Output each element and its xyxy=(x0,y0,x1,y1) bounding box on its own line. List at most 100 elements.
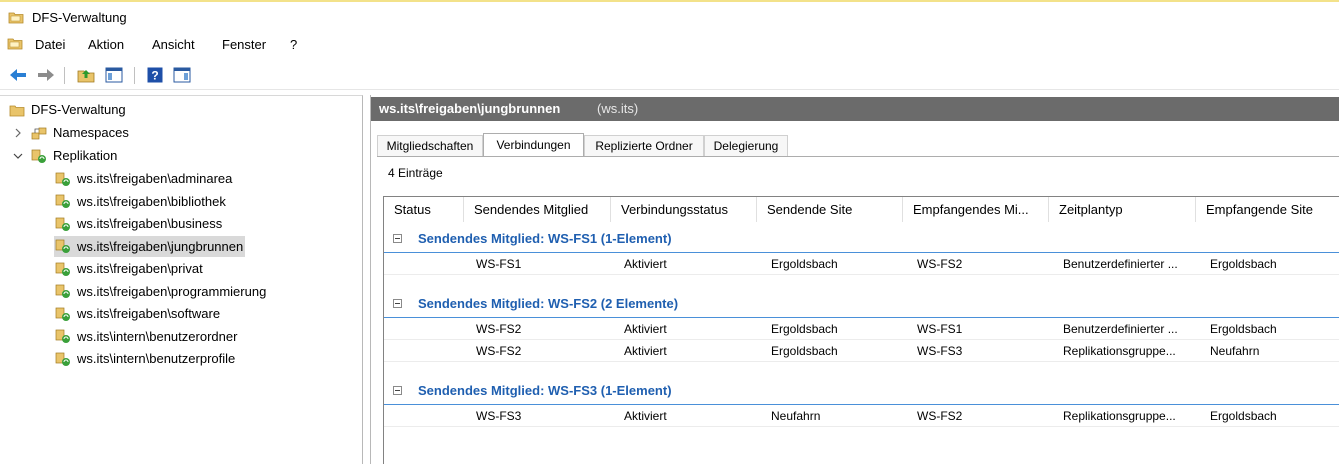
help-icon[interactable]: ? xyxy=(145,65,165,85)
tab-replizierte-ordner[interactable]: Replizierte Ordner xyxy=(584,135,704,156)
dfs-folder-icon xyxy=(8,102,26,118)
table-row[interactable]: WS-FS1 Aktiviert Ergoldsbach WS-FS2 Benutzer… xyxy=(384,253,1339,275)
column-header-verbindungsstatus[interactable]: Verbindungsstatus xyxy=(611,197,757,222)
details-title: ws.its\freigaben\jungbrunnen xyxy=(379,101,561,116)
tree-item-replication-group[interactable]: ws.its\freigaben\programmierung xyxy=(54,281,268,302)
table-cell: Replikationsgruppe... xyxy=(1063,408,1176,423)
replication-group-icon xyxy=(54,351,72,367)
menu-aktion[interactable]: Aktion xyxy=(88,37,124,52)
table-cell: Aktiviert xyxy=(624,344,667,358)
table-cell: Ergoldsbach xyxy=(771,344,838,358)
table-cell: Ergoldsbach xyxy=(771,257,838,271)
tree-item-label: ws.its\freigaben\adminarea xyxy=(77,171,233,186)
tree-item-replication-group[interactable]: ws.its\freigaben\software xyxy=(54,303,222,324)
replication-group-icon xyxy=(54,171,72,187)
navigation-tree: DFS-Verwaltung Namespaces Replikation ws… xyxy=(0,95,363,464)
menu-help[interactable]: ? xyxy=(290,37,297,52)
table-row[interactable]: WS-FS2 Aktiviert Ergoldsbach WS-FS3 Replikat… xyxy=(384,340,1339,362)
table-cell: Aktiviert xyxy=(624,321,667,336)
collapse-toggle-icon[interactable] xyxy=(393,234,402,243)
table-cell: WS-FS1 xyxy=(917,321,963,336)
tree-item-label: ws.its\intern\benutzerprofile xyxy=(77,351,236,366)
tree-item-label: ws.its\intern\benutzerordner xyxy=(77,328,238,344)
replication-group-icon xyxy=(54,328,72,344)
tree-item-replication-group[interactable]: ws.its\freigaben\bibliothek xyxy=(54,191,228,212)
tree-item-label: Namespaces xyxy=(53,125,129,140)
tree-item-replication-group[interactable]: ws.its\freigaben\privat xyxy=(54,258,205,279)
tree-root-label: DFS-Verwaltung xyxy=(31,102,126,117)
group-header[interactable]: Sendendes Mitglied: WS-FS2 (2 Elemente) xyxy=(384,290,1339,318)
tree-item-label: ws.its\freigaben\bibliothek xyxy=(77,193,226,209)
tree-item-label: ws.its\freigaben\software xyxy=(77,306,221,321)
replication-group-icon xyxy=(54,216,72,232)
column-header-zeitplantyp[interactable]: Zeitplantyp xyxy=(1049,197,1196,222)
menu-ansicht[interactable]: Ansicht xyxy=(152,37,195,52)
forward-arrow-icon[interactable] xyxy=(36,65,56,85)
menu-bar: Datei Aktion Ansicht Fenster ? xyxy=(0,34,1339,56)
collapse-toggle-icon[interactable] xyxy=(393,298,402,308)
back-arrow-icon[interactable] xyxy=(8,65,28,85)
table-cell: WS-FS2 xyxy=(476,321,522,336)
tree-item-label: ws.its\freigaben\jungbrunnen xyxy=(77,238,244,254)
replication-group-icon xyxy=(54,261,72,277)
column-header-empfangendes-mitglied[interactable]: Empfangendes Mi... xyxy=(903,197,1049,222)
table-cell: WS-FS2 xyxy=(917,257,963,271)
window-title: DFS-Verwaltung xyxy=(32,10,127,25)
tab-verbindungen[interactable]: Verbindungen xyxy=(483,133,584,156)
tab-divider xyxy=(377,156,1339,157)
details-subtitle: (ws.its) xyxy=(597,101,639,116)
toolbar: ? xyxy=(0,60,1339,90)
tree-item-label: ws.its\freigaben\programmierung xyxy=(77,283,267,299)
table-cell: Ergoldsbach xyxy=(1210,408,1277,423)
column-header-status[interactable]: Status xyxy=(384,197,464,222)
tree-item-replication-group[interactable]: ws.its\intern\benutzerordner xyxy=(54,326,239,347)
replication-group-icon xyxy=(54,238,72,254)
tree-item-label: Replikation xyxy=(53,148,118,163)
tab-delegierung[interactable]: Delegierung xyxy=(704,135,788,156)
details-header: ws.its\freigaben\jungbrunnen (ws.its) xyxy=(371,97,1339,121)
title-bar: DFS-Verwaltung xyxy=(0,0,1339,34)
table-cell: WS-FS3 xyxy=(917,344,963,358)
collapse-toggle-icon[interactable] xyxy=(393,385,402,395)
table-cell: Replikationsgruppe... xyxy=(1063,344,1176,358)
table-cell: Benutzerdefinierter ... xyxy=(1063,321,1178,336)
table-row[interactable]: WS-FS2 Aktiviert Ergoldsbach WS-FS1 Benutzer… xyxy=(384,318,1339,340)
table-cell: Benutzerdefinierter ... xyxy=(1063,257,1178,271)
tree-item-replication-group[interactable]: ws.its\intern\benutzerprofile xyxy=(54,348,237,369)
table-cell: WS-FS1 xyxy=(476,257,522,271)
namespaces-icon xyxy=(30,125,48,141)
tree-root-dfs[interactable]: DFS-Verwaltung xyxy=(8,99,126,120)
tree-item-namespaces[interactable]: Namespaces xyxy=(30,122,129,143)
table-cell: Neufahrn xyxy=(1210,344,1260,358)
group-header[interactable]: Sendendes Mitglied: WS-FS1 (1-Element) xyxy=(384,225,1339,253)
column-header-empfangende-site[interactable]: Empfangende Site xyxy=(1196,197,1339,222)
show-hide-tree-icon[interactable] xyxy=(104,65,124,85)
svg-text:?: ? xyxy=(151,69,158,83)
up-folder-icon[interactable] xyxy=(76,65,96,85)
column-header-row: Status Sendendes Mitglied Verbindungssta… xyxy=(384,197,1339,222)
menu-fenster[interactable]: Fenster xyxy=(222,37,266,52)
group-header-label: Sendendes Mitglied: WS-FS1 (1-Element) xyxy=(418,231,672,246)
tree-item-replication-group[interactable]: ws.its\freigaben\jungbrunnen xyxy=(54,235,246,257)
action-pane-icon[interactable] xyxy=(172,65,192,85)
dfs-app-icon xyxy=(8,10,24,27)
menu-datei[interactable]: Datei xyxy=(35,37,65,52)
collapse-chevron-icon[interactable] xyxy=(12,145,24,166)
expand-chevron-icon[interactable] xyxy=(12,122,24,143)
tab-mitgliedschaften[interactable]: Mitgliedschaften xyxy=(377,135,483,156)
group-header-label: Sendendes Mitglied: WS-FS3 (1-Element) xyxy=(418,382,672,398)
tree-item-replication-group[interactable]: ws.its\freigaben\adminarea xyxy=(54,168,234,189)
replication-icon xyxy=(30,148,48,164)
table-cell: WS-FS3 xyxy=(476,408,522,423)
system-menu-icon[interactable] xyxy=(7,36,23,53)
toolbar-separator xyxy=(64,67,65,84)
replication-group-icon xyxy=(54,193,72,209)
column-header-sendende-site[interactable]: Sendende Site xyxy=(757,197,903,222)
group-header[interactable]: Sendendes Mitglied: WS-FS3 (1-Element) xyxy=(384,377,1339,405)
table-cell: Aktiviert xyxy=(624,408,667,423)
table-cell: Ergoldsbach xyxy=(1210,257,1277,271)
tree-item-replication-group[interactable]: ws.its\freigaben\business xyxy=(54,213,224,234)
table-row[interactable]: WS-FS3 Aktiviert Neufahrn WS-FS2 Replikation… xyxy=(384,405,1339,427)
tree-item-replikation[interactable]: Replikation xyxy=(30,145,117,166)
column-header-sendendes-mitglied[interactable]: Sendendes Mitglied xyxy=(464,197,611,222)
